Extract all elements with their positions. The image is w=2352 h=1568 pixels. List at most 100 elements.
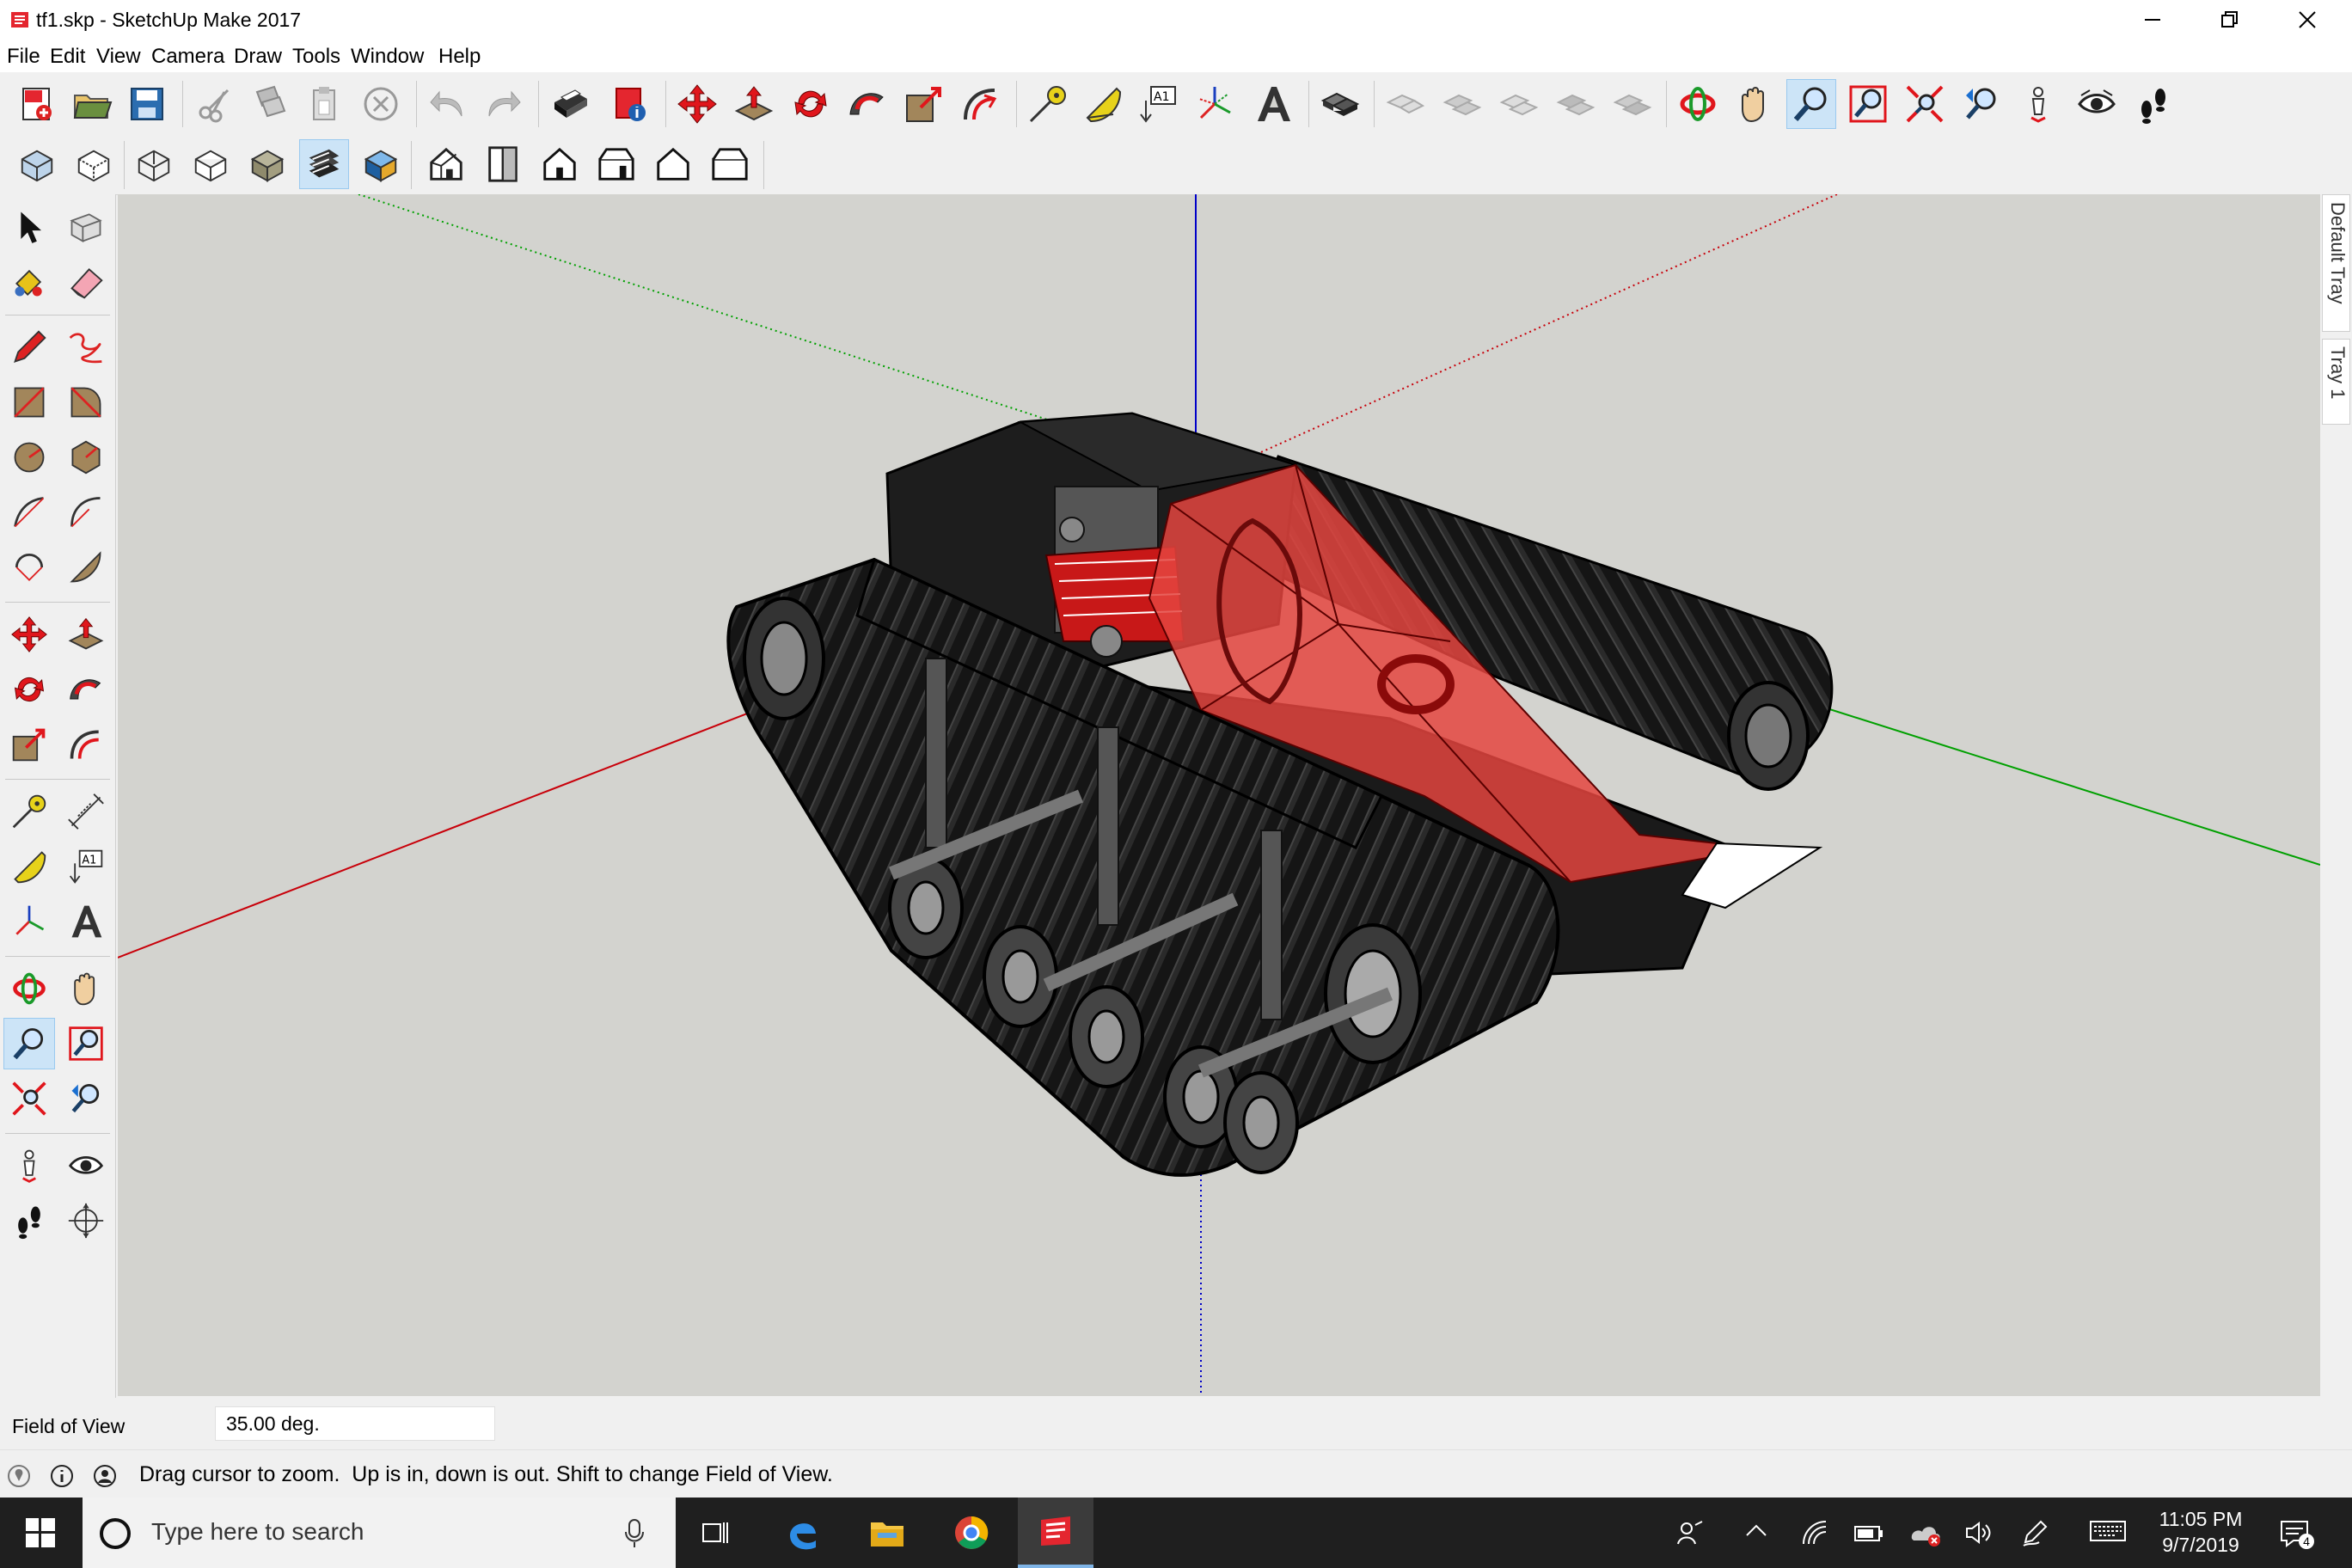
- pan-button[interactable]: [1730, 79, 1779, 129]
- file-explorer-button[interactable]: [849, 1498, 925, 1568]
- back-edges-button[interactable]: [69, 139, 119, 189]
- rotated-rectangle-button[interactable]: [60, 377, 112, 428]
- taskbar-search-box[interactable]: Type here to search: [83, 1498, 676, 1568]
- make-component-button[interactable]: [60, 201, 112, 253]
- system-clock[interactable]: 11:05 PM 9/7/2019: [2132, 1506, 2269, 1558]
- shaded-button[interactable]: [242, 139, 292, 189]
- undo-button[interactable]: [423, 79, 473, 129]
- axes-tool-button[interactable]: [3, 896, 55, 947]
- new-model-button[interactable]: [12, 79, 62, 129]
- menu-file[interactable]: File: [7, 45, 40, 69]
- left-view-button[interactable]: [705, 139, 755, 189]
- tape-measure-button[interactable]: [1023, 79, 1073, 129]
- geo-location-icon[interactable]: [7, 1464, 31, 1488]
- offset-tool-button[interactable]: [60, 719, 112, 770]
- 3d-text-button[interactable]: [1248, 79, 1298, 129]
- look-around-button[interactable]: [2072, 79, 2122, 129]
- union-button[interactable]: [1494, 79, 1544, 129]
- two-point-arc-button[interactable]: [60, 487, 112, 538]
- back-view-button[interactable]: [648, 139, 698, 189]
- copy-button[interactable]: [244, 79, 294, 129]
- look-around-tool-button[interactable]: [60, 1140, 112, 1191]
- walk-tool-button[interactable]: [3, 1195, 55, 1246]
- model-info-button[interactable]: [605, 79, 655, 129]
- cut-button[interactable]: [189, 79, 239, 129]
- eraser-button[interactable]: [60, 256, 112, 308]
- people-icon[interactable]: [1676, 1518, 1706, 1547]
- three-point-arc-button[interactable]: [3, 542, 55, 593]
- save-button[interactable]: [122, 79, 172, 129]
- protractor-button[interactable]: [1078, 79, 1128, 129]
- zoom-button[interactable]: [1786, 79, 1836, 129]
- text-button[interactable]: A1: [1133, 79, 1183, 129]
- erase-button[interactable]: [356, 79, 406, 129]
- sketchup-app-button[interactable]: [1018, 1498, 1093, 1568]
- menu-edit[interactable]: Edit: [50, 45, 85, 69]
- monochrome-button[interactable]: [356, 139, 406, 189]
- scale-button[interactable]: [899, 79, 949, 129]
- 3d-text-tool-button[interactable]: [60, 896, 112, 947]
- user-icon[interactable]: [93, 1464, 117, 1488]
- polygon-tool-button[interactable]: [60, 432, 112, 483]
- zoom-extents-tool-button[interactable]: [3, 1073, 55, 1124]
- chevron-up-icon[interactable]: [1743, 1518, 1769, 1544]
- move-button[interactable]: [672, 79, 722, 129]
- xray-style-button[interactable]: [12, 139, 62, 189]
- zoom-tool-button[interactable]: [3, 1018, 55, 1069]
- pan-tool-button[interactable]: [60, 963, 112, 1014]
- position-camera-button[interactable]: [2013, 79, 2063, 129]
- wireframe-button[interactable]: [129, 139, 179, 189]
- push-pull-button[interactable]: [729, 79, 779, 129]
- zoom-extents-button[interactable]: [1900, 79, 1950, 129]
- info-icon[interactable]: [50, 1464, 74, 1488]
- previous-view-tool-button[interactable]: [60, 1073, 112, 1124]
- push-pull-tool-button[interactable]: [60, 609, 112, 660]
- menu-view[interactable]: View: [96, 45, 141, 69]
- freehand-tool-button[interactable]: [60, 322, 112, 373]
- component-button[interactable]: [1315, 79, 1365, 129]
- line-tool-button[interactable]: [3, 322, 55, 373]
- measurements-input[interactable]: 35.00 deg.: [215, 1406, 495, 1441]
- model-viewport[interactable]: [118, 194, 2320, 1396]
- position-camera-tool-button[interactable]: [3, 1140, 55, 1191]
- text-tool-button[interactable]: A1: [60, 841, 112, 892]
- section-plane-tool-button[interactable]: [60, 1195, 112, 1246]
- arc-tool-button[interactable]: [3, 487, 55, 538]
- rectangle-tool-button[interactable]: [3, 377, 55, 428]
- restore-button[interactable]: [2192, 0, 2269, 40]
- select-tool-button[interactable]: [3, 201, 55, 253]
- iso-view-button[interactable]: [421, 139, 471, 189]
- tray-tab-default[interactable]: Default Tray: [2322, 194, 2350, 332]
- top-view-button[interactable]: [478, 139, 528, 189]
- paste-button[interactable]: [299, 79, 349, 129]
- volume-icon[interactable]: [1963, 1518, 1993, 1547]
- microphone-icon[interactable]: [624, 1518, 645, 1549]
- outer-shell-button[interactable]: [1381, 79, 1430, 129]
- trim-button[interactable]: [1608, 79, 1657, 129]
- start-button[interactable]: [0, 1498, 83, 1568]
- menu-tools[interactable]: Tools: [292, 45, 340, 69]
- previous-view-button[interactable]: [1957, 79, 2006, 129]
- move-tool-button[interactable]: [3, 609, 55, 660]
- pie-tool-button[interactable]: [60, 542, 112, 593]
- offset-button[interactable]: [956, 79, 1006, 129]
- open-button[interactable]: [67, 79, 117, 129]
- task-view-button[interactable]: [677, 1498, 753, 1568]
- menu-draw[interactable]: Draw: [234, 45, 282, 69]
- rotate-button[interactable]: [786, 79, 836, 129]
- tape-measure-tool-button[interactable]: [3, 786, 55, 837]
- zoom-window-button[interactable]: [1843, 79, 1893, 129]
- zoom-window-tool-button[interactable]: [60, 1018, 112, 1069]
- rotate-tool-button[interactable]: [3, 664, 55, 715]
- right-view-button[interactable]: [591, 139, 641, 189]
- orbit-button[interactable]: [1673, 79, 1723, 129]
- orbit-tool-button[interactable]: [3, 963, 55, 1014]
- wifi-icon[interactable]: [1800, 1518, 1829, 1547]
- axes-button[interactable]: [1190, 79, 1240, 129]
- front-view-button[interactable]: [535, 139, 585, 189]
- circle-tool-button[interactable]: [3, 432, 55, 483]
- intersect-button[interactable]: [1437, 79, 1487, 129]
- follow-me-tool-button[interactable]: [60, 664, 112, 715]
- dimension-tool-button[interactable]: [60, 786, 112, 837]
- print-button[interactable]: [545, 79, 595, 129]
